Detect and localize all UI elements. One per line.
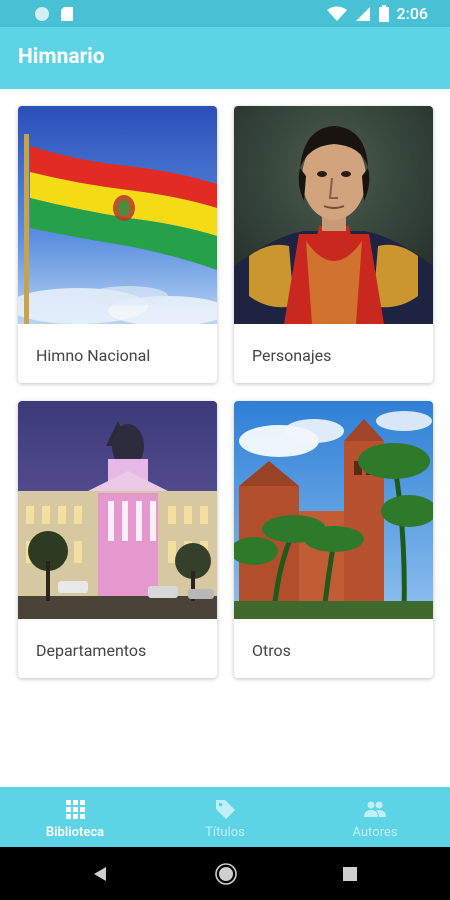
card-label: Himno Nacional xyxy=(36,346,151,365)
tag-icon xyxy=(216,800,235,819)
card-otros[interactable]: Otros xyxy=(234,401,433,678)
home-icon[interactable] xyxy=(215,863,237,885)
card-departamentos[interactable]: Departamentos xyxy=(18,401,217,678)
nav-label-biblioteca: Biblioteca xyxy=(45,825,105,840)
card-personajes[interactable]: Personajes xyxy=(234,106,433,383)
grid-icon xyxy=(66,800,85,819)
status-left xyxy=(34,6,74,22)
card-grid: Himno Nacional Personajes Departamentos … xyxy=(0,89,450,787)
people-icon xyxy=(364,801,386,817)
status-time: 2:06 xyxy=(396,4,429,23)
back-icon[interactable] xyxy=(93,866,107,882)
wifi-icon xyxy=(326,6,347,21)
circle-icon xyxy=(35,7,49,21)
system-nav-bar xyxy=(0,847,450,900)
signal-icon xyxy=(355,6,370,21)
status-bar: 2:06 xyxy=(0,0,450,27)
card-label: Otros xyxy=(252,641,291,660)
nav-item-autores[interactable]: Autores xyxy=(300,787,450,847)
battery-icon xyxy=(378,5,389,22)
app-bar: Himnario xyxy=(0,27,450,89)
nav-item-titulos[interactable]: Títulos xyxy=(150,787,300,847)
nav-item-biblioteca[interactable]: Biblioteca xyxy=(0,787,150,847)
app-title: Himnario xyxy=(18,45,105,69)
sd-card-icon xyxy=(61,7,73,21)
card-label: Personajes xyxy=(252,346,332,365)
card-himno-nacional[interactable]: Himno Nacional xyxy=(18,106,217,383)
cathedral-image xyxy=(234,401,433,619)
government-palace-image xyxy=(18,401,217,619)
nav-label-titulos: Títulos xyxy=(205,825,245,840)
nav-label-autores: Autores xyxy=(352,825,398,840)
recents-icon[interactable] xyxy=(343,867,357,881)
status-right: 2:06 xyxy=(326,4,429,23)
card-label: Departamentos xyxy=(36,641,147,660)
bottom-nav: Biblioteca Títulos Autores xyxy=(0,787,450,847)
portrait-image xyxy=(234,106,433,324)
bolivian-flag-image xyxy=(18,106,217,324)
